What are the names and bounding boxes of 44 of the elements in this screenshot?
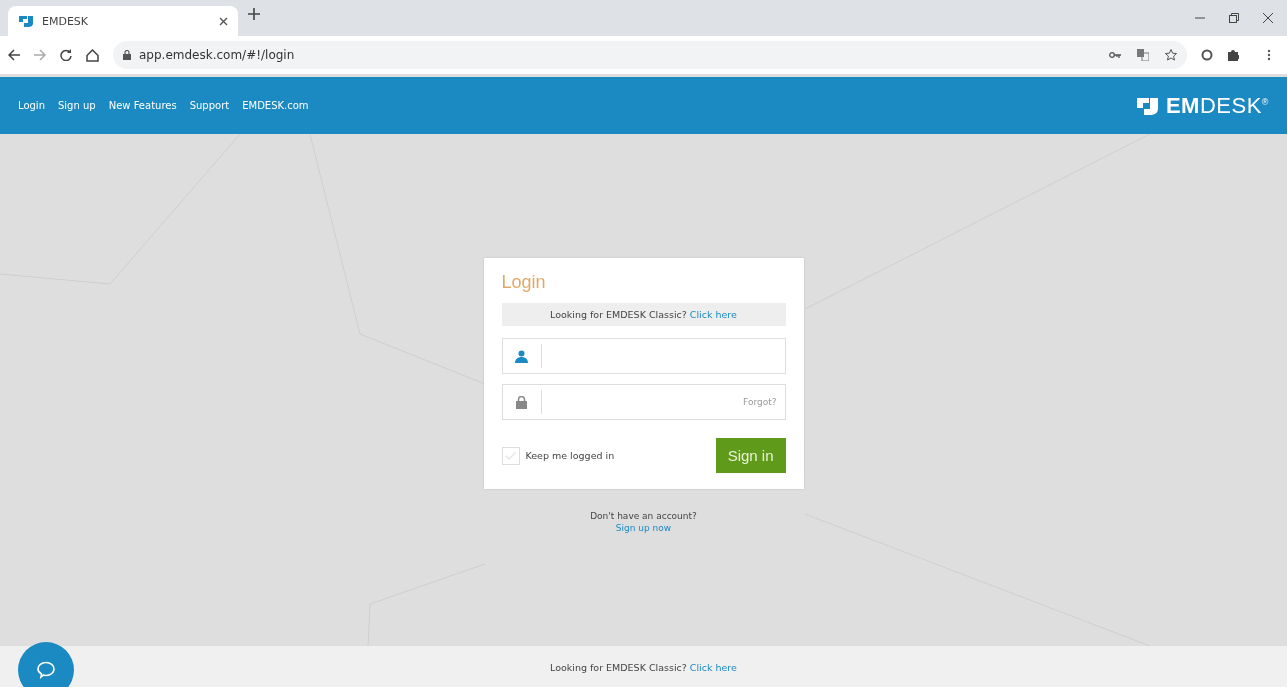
chat-icon (36, 661, 56, 679)
translate-icon[interactable] (1137, 49, 1149, 61)
close-icon[interactable] (1263, 13, 1273, 23)
logo-text: EMDESK$^{®}$ (1165, 92, 1269, 119)
logo-icon (18, 14, 34, 28)
classic-notice: Looking for EMDESK Classic? Click here (501, 303, 786, 326)
chat-button[interactable] (18, 642, 74, 687)
remember-checkbox[interactable] (501, 446, 520, 465)
username-field[interactable] (501, 338, 786, 374)
sign-in-button[interactable]: Sign in (715, 438, 786, 473)
forgot-link[interactable]: Forgot? (743, 397, 785, 407)
address-bar[interactable]: app.emdesk.com/#!/login (113, 41, 1187, 69)
tab-title: EMDESK (42, 14, 90, 28)
url-text: app.emdesk.com/#!/login (139, 48, 295, 62)
lock-icon (516, 395, 527, 409)
nav-link[interactable]: Login (18, 100, 45, 111)
back-icon[interactable] (8, 49, 20, 61)
close-icon[interactable] (219, 16, 228, 26)
nav-link[interactable]: New Features (108, 100, 177, 111)
extension-icon[interactable] (1201, 49, 1213, 61)
no-account-text: Don't have an account? (590, 511, 697, 521)
user-icon (515, 349, 528, 363)
check-icon (504, 450, 517, 461)
key-icon[interactable] (1109, 51, 1121, 59)
reload-icon[interactable] (60, 49, 72, 61)
restore-icon[interactable] (1229, 13, 1239, 23)
lock-icon (123, 50, 131, 60)
nav-link[interactable]: Support (189, 100, 230, 111)
logo-icon (1135, 95, 1160, 116)
new-tab-icon[interactable] (248, 7, 260, 20)
click-here-link[interactable]: Click here (689, 661, 737, 673)
star-icon[interactable] (1165, 49, 1177, 61)
sign-up-link[interactable]: Sign up now (615, 523, 672, 533)
home-icon[interactable] (86, 48, 99, 62)
login-title: Login (501, 272, 547, 293)
nav-link[interactable]: EMDESK.com (242, 100, 309, 111)
puzzle-icon[interactable] (1227, 49, 1239, 61)
classic-notice: Looking for EMDESK Classic? Click here (550, 661, 737, 673)
remember-label: Keep me logged in (525, 450, 615, 461)
menu-icon[interactable] (1267, 49, 1271, 61)
click-here-link[interactable]: Click here (689, 309, 737, 320)
nav-link[interactable]: Sign up (58, 100, 96, 111)
password-field[interactable]: Forgot? (501, 384, 786, 420)
browser-tab[interactable]: EMDESK (8, 6, 238, 36)
